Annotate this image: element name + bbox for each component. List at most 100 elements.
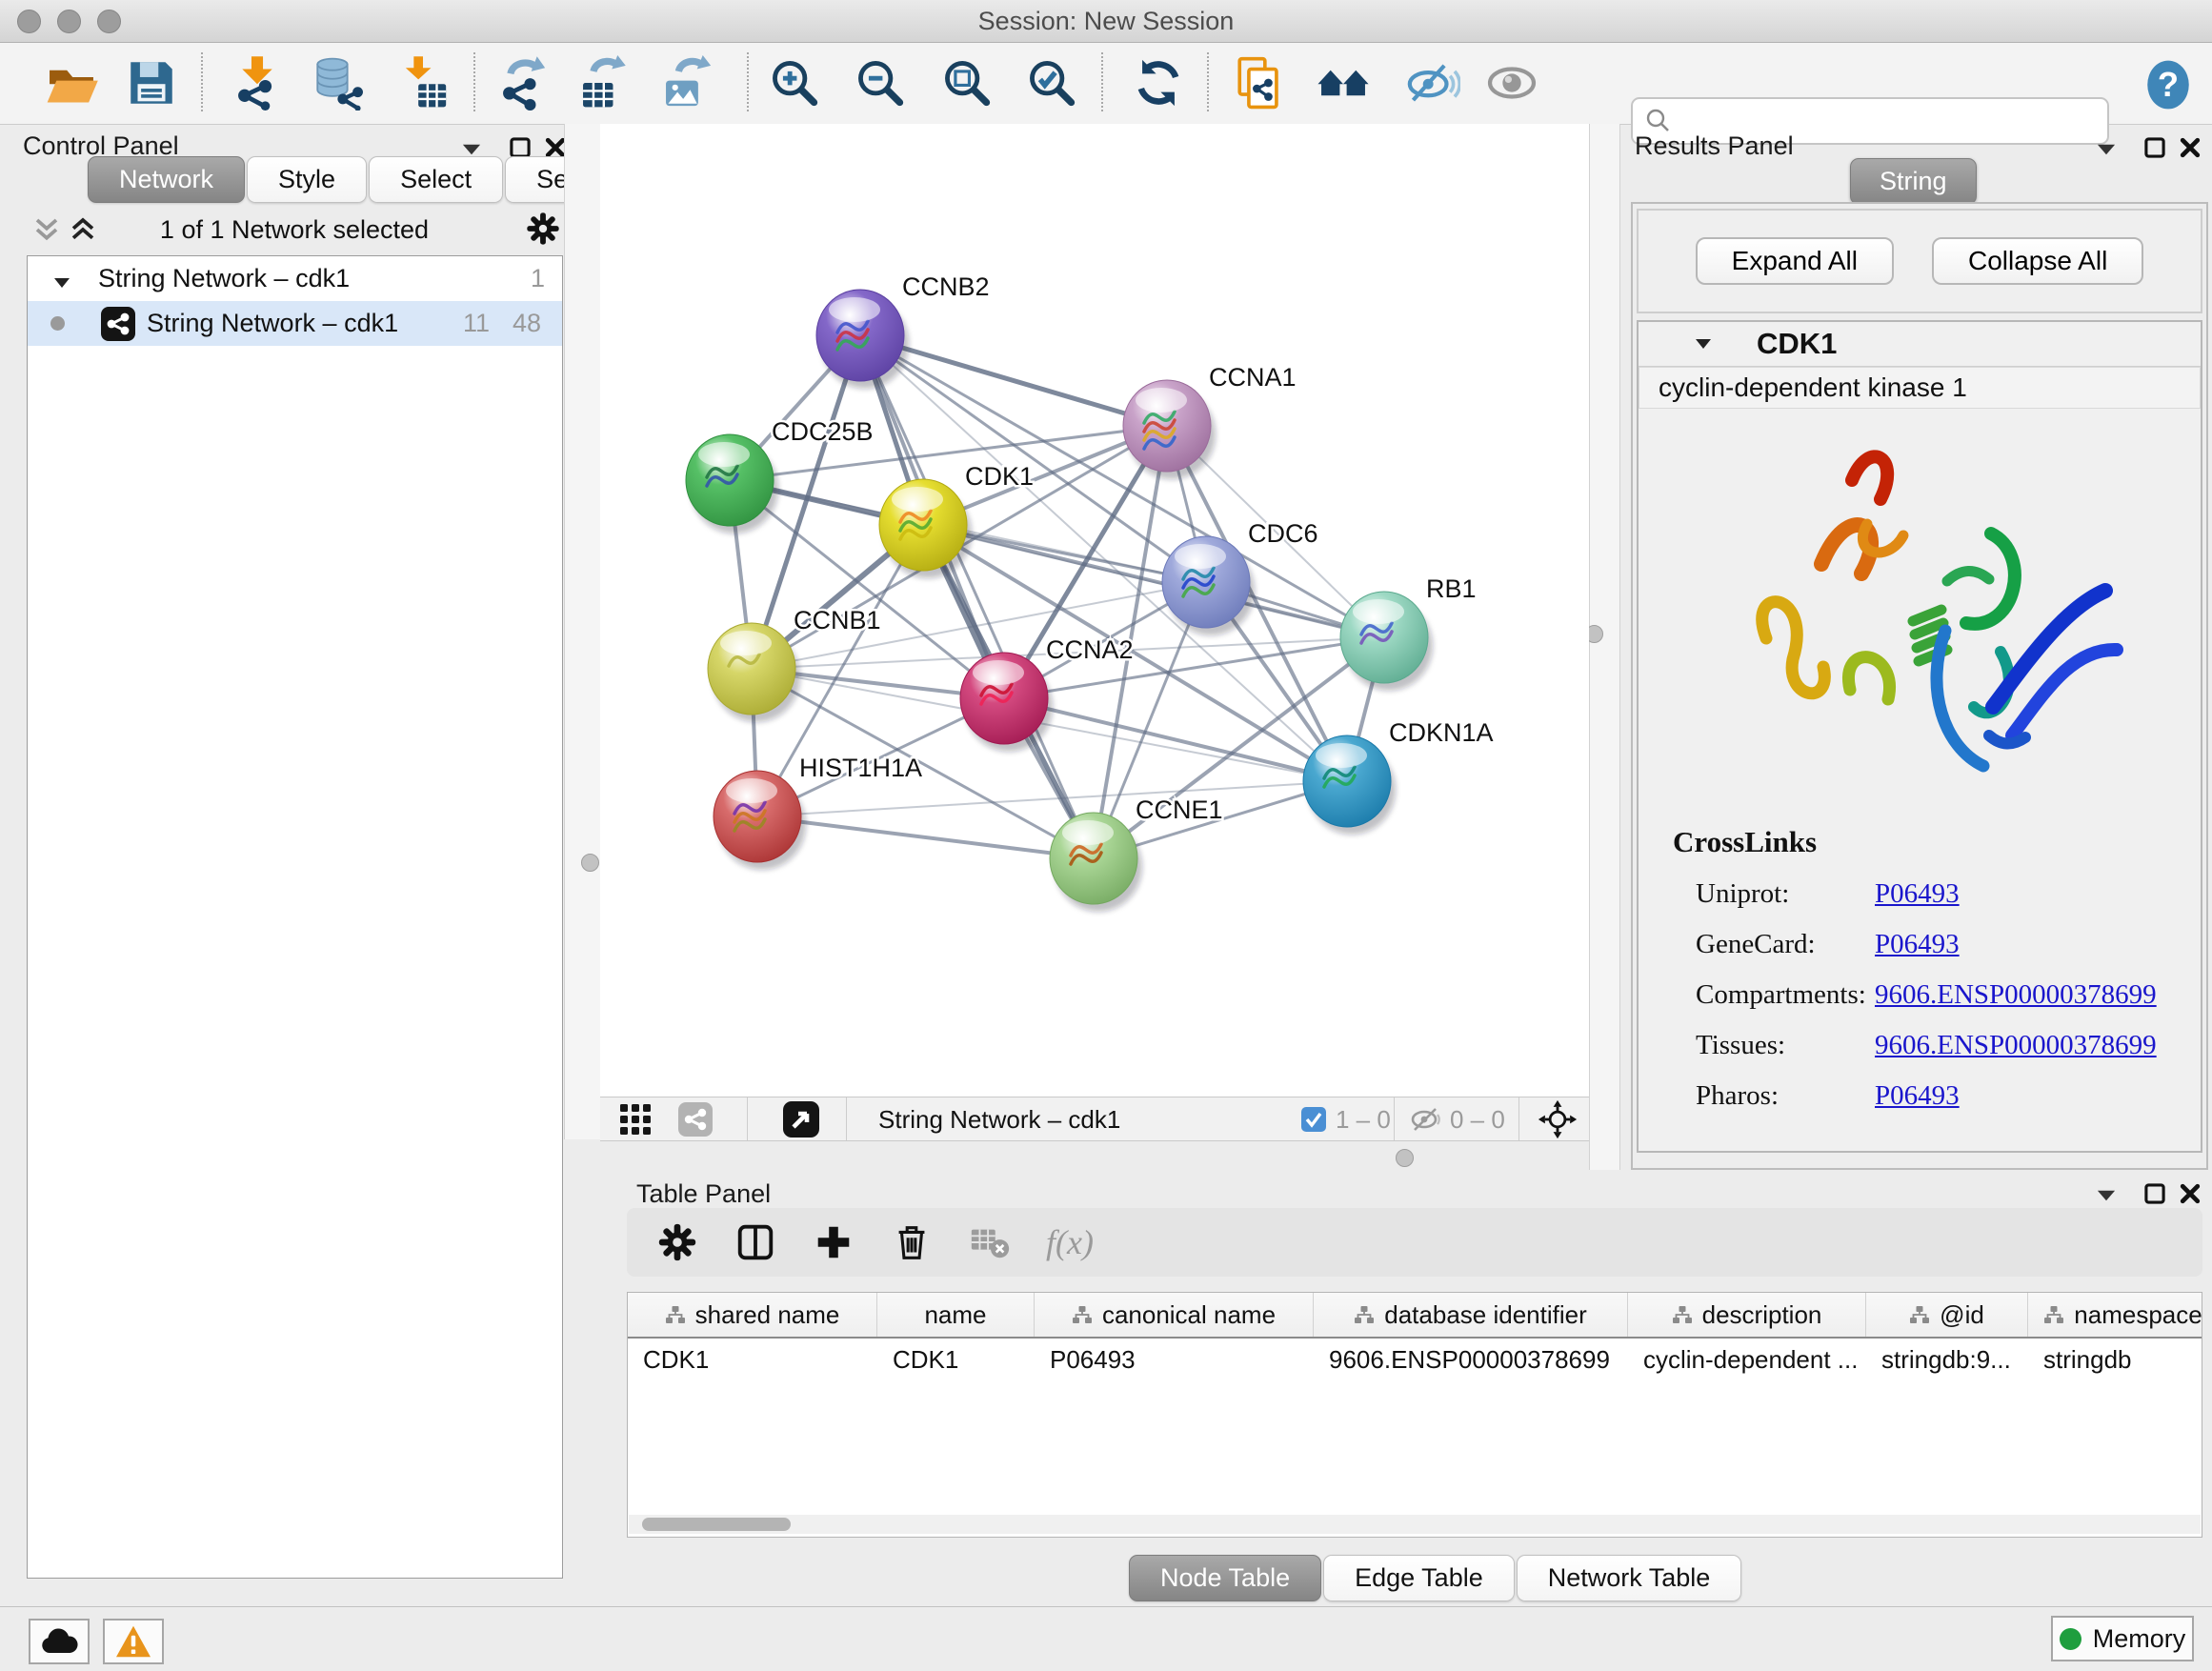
zoom-in-button[interactable]	[767, 55, 822, 111]
status-separator	[846, 1097, 847, 1140]
node-table[interactable]: shared namename canonical name database id…	[627, 1292, 2202, 1538]
crosslink-link[interactable]: P06493	[1875, 929, 1960, 960]
tab-edge-table[interactable]: Edge Table	[1323, 1555, 1515, 1601]
column-type-icon	[665, 1305, 686, 1325]
show-columns-icon[interactable]	[734, 1220, 777, 1264]
function-builder-icon[interactable]: f(x)	[1046, 1222, 1094, 1262]
window-zoom-button[interactable]	[97, 10, 121, 33]
fit-crosshair-icon[interactable]	[1538, 1099, 1578, 1139]
tab-string[interactable]: String	[1850, 158, 1977, 205]
expand-all-button[interactable]: Expand All	[1696, 237, 1894, 285]
network-node-cdkn1a[interactable]	[1303, 735, 1396, 835]
window-status-bar: Memory	[0, 1606, 2212, 1671]
left-splitter-handle[interactable]	[581, 854, 599, 872]
network-node-ccnb2[interactable]	[816, 290, 909, 389]
refresh-layout-button[interactable]	[1131, 55, 1186, 111]
horizontal-splitter-handle[interactable]	[1396, 1149, 1414, 1167]
right-splitter[interactable]	[1589, 124, 1620, 1170]
network-node-cdc25b[interactable]	[686, 434, 778, 534]
export-network-button[interactable]	[494, 55, 550, 111]
network-graph[interactable]: CCNB2CCNA1CDC25BCDK1CDC6RB1CCNB1CCNA2CDK…	[600, 124, 1589, 1097]
memory-button[interactable]: Memory	[2051, 1616, 2194, 1661]
network-options-gear-icon[interactable]	[524, 210, 562, 248]
table-horizontal-scrollbar[interactable]	[629, 1515, 2201, 1534]
gene-card-header[interactable]: CDK1	[1639, 322, 2201, 367]
crosslink-link[interactable]: 9606.ENSP00000378699	[1875, 979, 2157, 1011]
crosslink-row: Uniprot: P06493	[1639, 869, 2201, 919]
duplicate-network-button[interactable]	[1233, 55, 1288, 111]
add-column-icon[interactable]	[812, 1220, 855, 1264]
tree-caret-icon[interactable]	[52, 270, 71, 289]
help-button[interactable]: ?	[2141, 57, 2196, 112]
protein-structure-image	[1707, 421, 2126, 804]
window-close-button[interactable]	[17, 10, 41, 33]
panel-close-icon[interactable]	[2178, 1181, 2202, 1206]
tab-select[interactable]: Select	[369, 156, 503, 203]
scrollbar-thumb[interactable]	[642, 1518, 791, 1531]
network-node-ccna2[interactable]	[960, 653, 1053, 752]
network-row[interactable]: String Network – cdk1 11 48	[28, 301, 562, 346]
network-node-ccne1[interactable]	[1050, 813, 1142, 912]
panel-maximize-icon[interactable]	[2142, 1181, 2167, 1206]
crosslink-link[interactable]: 9606.ENSP00000378699	[1875, 1030, 2157, 1061]
column-header-canonical-name[interactable]: canonical name	[1035, 1293, 1314, 1337]
tab-network-table[interactable]: Network Table	[1517, 1555, 1742, 1601]
column-header-shared-name[interactable]: shared name	[628, 1293, 877, 1337]
panel-close-icon[interactable]	[2178, 135, 2202, 160]
network-node-cdk1[interactable]	[879, 479, 972, 578]
crosslink-label: GeneCard:	[1696, 929, 1816, 960]
network-node-ccna1[interactable]	[1123, 380, 1216, 479]
panel-float-icon[interactable]	[2094, 137, 2119, 162]
zoom-fit-button[interactable]	[939, 55, 995, 111]
column-type-icon	[1672, 1305, 1693, 1325]
show-all-button[interactable]	[1484, 55, 1539, 111]
crosslink-label: Uniprot:	[1696, 878, 1789, 910]
warnings-button[interactable]	[103, 1619, 164, 1664]
column-header-name[interactable]: name	[877, 1293, 1035, 1337]
column-header-description[interactable]: description	[1628, 1293, 1866, 1337]
open-session-button[interactable]	[44, 55, 99, 111]
delete-column-icon[interactable]	[890, 1220, 934, 1264]
crosslink-link[interactable]: P06493	[1875, 878, 1960, 910]
birdseye-view-icon[interactable]	[783, 1101, 819, 1137]
table-settings-gear-icon[interactable]	[655, 1220, 699, 1264]
save-session-button[interactable]	[124, 55, 179, 111]
tab-node-table[interactable]: Node Table	[1129, 1555, 1321, 1601]
panel-float-icon[interactable]	[2094, 1183, 2119, 1208]
cloud-button[interactable]	[29, 1619, 90, 1664]
zoom-out-button[interactable]	[853, 55, 908, 111]
tab-style[interactable]: Style	[247, 156, 367, 203]
string-home-button[interactable]	[1316, 55, 1371, 111]
grid-view-icon[interactable]	[619, 1103, 652, 1136]
delete-table-icon[interactable]	[968, 1220, 1012, 1264]
collapse-caret-icon[interactable]	[1694, 334, 1713, 353]
network-collection-row[interactable]: String Network – cdk1 1	[28, 256, 562, 301]
hide-selected-button[interactable]	[1405, 55, 1460, 111]
collapse-all-button[interactable]: Collapse All	[1932, 237, 2143, 285]
crosslink-link[interactable]: P06493	[1875, 1080, 1960, 1112]
import-table-file-button[interactable]	[395, 55, 451, 111]
horizontal-splitter[interactable]	[600, 1140, 1589, 1173]
import-network-database-button[interactable]	[311, 55, 366, 111]
export-image-button[interactable]	[660, 55, 715, 111]
network-node-cdc6[interactable]	[1162, 536, 1255, 635]
network-node-rb1[interactable]	[1340, 592, 1433, 691]
export-table-button[interactable]	[577, 55, 633, 111]
tab-network[interactable]: Network	[88, 156, 245, 203]
column-label: canonical name	[1102, 1300, 1276, 1330]
column-header-database-identifier[interactable]: database identifier	[1314, 1293, 1628, 1337]
panel-maximize-icon[interactable]	[2142, 135, 2167, 160]
network-node-hist1h1a[interactable]	[714, 771, 806, 870]
left-splitter[interactable]	[564, 124, 601, 1139]
selected-checkbox-icon[interactable]	[1301, 1107, 1326, 1132]
column-header-namespace[interactable]: namespace	[2028, 1293, 2202, 1337]
network-canvas[interactable]: CCNB2CCNA1CDC25BCDK1CDC6RB1CCNB1CCNA2CDK…	[600, 124, 1589, 1097]
zoom-selected-button[interactable]	[1024, 55, 1079, 111]
share-view-icon[interactable]	[678, 1102, 713, 1137]
hidden-eye-icon[interactable]	[1410, 1105, 1442, 1134]
table-row[interactable]: CDK1CDK1P064939606.ENSP00000378699cyclin…	[628, 1339, 2202, 1380]
network-edge[interactable]	[757, 816, 1094, 858]
import-network-file-button[interactable]	[230, 55, 285, 111]
column-header-id[interactable]: @id	[1866, 1293, 2028, 1337]
window-minimize-button[interactable]	[57, 10, 81, 33]
